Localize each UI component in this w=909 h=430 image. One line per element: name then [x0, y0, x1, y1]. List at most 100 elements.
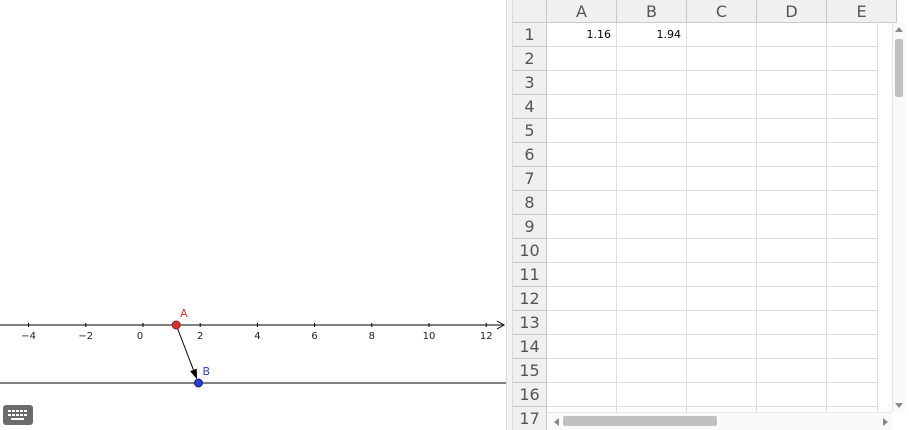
column-header-b[interactable]: B — [617, 0, 687, 23]
cell-d5[interactable] — [757, 119, 827, 143]
row-header-16[interactable]: 16 — [513, 383, 547, 407]
cell-c11[interactable] — [687, 263, 757, 287]
cell-b14[interactable] — [617, 335, 687, 359]
row-header-6[interactable]: 6 — [513, 143, 547, 167]
cell-d2[interactable] — [757, 47, 827, 71]
cell-d1[interactable] — [757, 23, 827, 47]
cell-d9[interactable] — [757, 215, 827, 239]
cell-e2[interactable] — [827, 47, 878, 71]
cell-d7[interactable] — [757, 167, 827, 191]
cell-e8[interactable] — [827, 191, 878, 215]
row-header-13[interactable]: 13 — [513, 311, 547, 335]
cell-a13[interactable] — [547, 311, 617, 335]
spreadsheet-view[interactable]: ABCDE 1 2 3 4 5 6 7 8 9 10 11 12 13 14 15 16 17 1.16 1.94 — [513, 0, 909, 430]
cell-b6[interactable] — [617, 143, 687, 167]
cell-e6[interactable] — [827, 143, 878, 167]
cell-a7[interactable] — [547, 167, 617, 191]
cell-d12[interactable] — [757, 287, 827, 311]
cell-b8[interactable] — [617, 191, 687, 215]
cell-b7[interactable] — [617, 167, 687, 191]
cell-e13[interactable] — [827, 311, 878, 335]
cell-e5[interactable] — [827, 119, 878, 143]
cell-b12[interactable] — [617, 287, 687, 311]
cell-a4[interactable] — [547, 95, 617, 119]
column-header-d[interactable]: D — [757, 0, 827, 23]
cell-b13[interactable] — [617, 311, 687, 335]
horizontal-scroll-thumb[interactable] — [563, 416, 717, 426]
cell-c4[interactable] — [687, 95, 757, 119]
graphics-canvas[interactable]: −4 −2 0 2 4 6 8 10 12 A B — [0, 0, 506, 430]
row-header-14[interactable]: 14 — [513, 335, 547, 359]
cell-d10[interactable] — [757, 239, 827, 263]
cell-b16[interactable] — [617, 383, 687, 407]
cell-c14[interactable] — [687, 335, 757, 359]
cell-d6[interactable] — [757, 143, 827, 167]
column-header-c[interactable]: C — [687, 0, 757, 23]
cell-d16[interactable] — [757, 383, 827, 407]
cell-c6[interactable] — [687, 143, 757, 167]
cell-a12[interactable] — [547, 287, 617, 311]
cell-d3[interactable] — [757, 71, 827, 95]
scroll-up-icon[interactable] — [895, 27, 903, 32]
point-a[interactable] — [171, 320, 181, 330]
cell-c13[interactable] — [687, 311, 757, 335]
cell-d8[interactable] — [757, 191, 827, 215]
cell-a6[interactable] — [547, 143, 617, 167]
cell-a10[interactable] — [547, 239, 617, 263]
row-header-2[interactable]: 2 — [513, 47, 547, 71]
cell-c9[interactable] — [687, 215, 757, 239]
row-header-1[interactable]: 1 — [513, 23, 547, 47]
cell-e10[interactable] — [827, 239, 878, 263]
cell-a9[interactable] — [547, 215, 617, 239]
keyboard-button[interactable] — [3, 405, 33, 425]
cell-a16[interactable] — [547, 383, 617, 407]
cell-b5[interactable] — [617, 119, 687, 143]
vector-a-to-b[interactable] — [175, 324, 194, 371]
row-header-5[interactable]: 5 — [513, 119, 547, 143]
select-all-corner[interactable] — [513, 0, 547, 23]
cell-c1[interactable] — [687, 23, 757, 47]
column-header-e[interactable]: E — [827, 0, 897, 23]
cell-c15[interactable] — [687, 359, 757, 383]
row-header-12[interactable]: 12 — [513, 287, 547, 311]
scroll-right-icon[interactable] — [883, 418, 888, 426]
cell-c7[interactable] — [687, 167, 757, 191]
cell-b15[interactable] — [617, 359, 687, 383]
cell-b2[interactable] — [617, 47, 687, 71]
vertical-scrollbar[interactable] — [892, 23, 905, 412]
cell-e7[interactable] — [827, 167, 878, 191]
cell-e12[interactable] — [827, 287, 878, 311]
cell-a2[interactable] — [547, 47, 617, 71]
cell-c8[interactable] — [687, 191, 757, 215]
cell-b9[interactable] — [617, 215, 687, 239]
row-header-3[interactable]: 3 — [513, 71, 547, 95]
row-header-8[interactable]: 8 — [513, 191, 547, 215]
cell-b11[interactable] — [617, 263, 687, 287]
vertical-scroll-thumb[interactable] — [895, 39, 903, 97]
cell-b4[interactable] — [617, 95, 687, 119]
scroll-down-icon[interactable] — [895, 403, 903, 408]
cell-e11[interactable] — [827, 263, 878, 287]
cell-c3[interactable] — [687, 71, 757, 95]
cell-e4[interactable] — [827, 95, 878, 119]
cell-d14[interactable] — [757, 335, 827, 359]
cell-d15[interactable] — [757, 359, 827, 383]
point-b[interactable] — [193, 378, 203, 388]
row-header-11[interactable]: 11 — [513, 263, 547, 287]
cell-d4[interactable] — [757, 95, 827, 119]
cell-a1[interactable]: 1.16 — [547, 23, 617, 47]
cell-b10[interactable] — [617, 239, 687, 263]
cell-a15[interactable] — [547, 359, 617, 383]
row-header-7[interactable]: 7 — [513, 167, 547, 191]
horizontal-scrollbar[interactable] — [547, 412, 892, 430]
cell-b1[interactable]: 1.94 — [617, 23, 687, 47]
cell-c5[interactable] — [687, 119, 757, 143]
graphics-view[interactable]: −4 −2 0 2 4 6 8 10 12 A B — [0, 0, 506, 430]
cell-e16[interactable] — [827, 383, 878, 407]
scroll-left-icon[interactable] — [554, 418, 559, 426]
cell-c2[interactable] — [687, 47, 757, 71]
row-header-17[interactable]: 17 — [513, 407, 547, 430]
cell-a5[interactable] — [547, 119, 617, 143]
cell-e3[interactable] — [827, 71, 878, 95]
column-header-a[interactable]: A — [547, 0, 617, 23]
